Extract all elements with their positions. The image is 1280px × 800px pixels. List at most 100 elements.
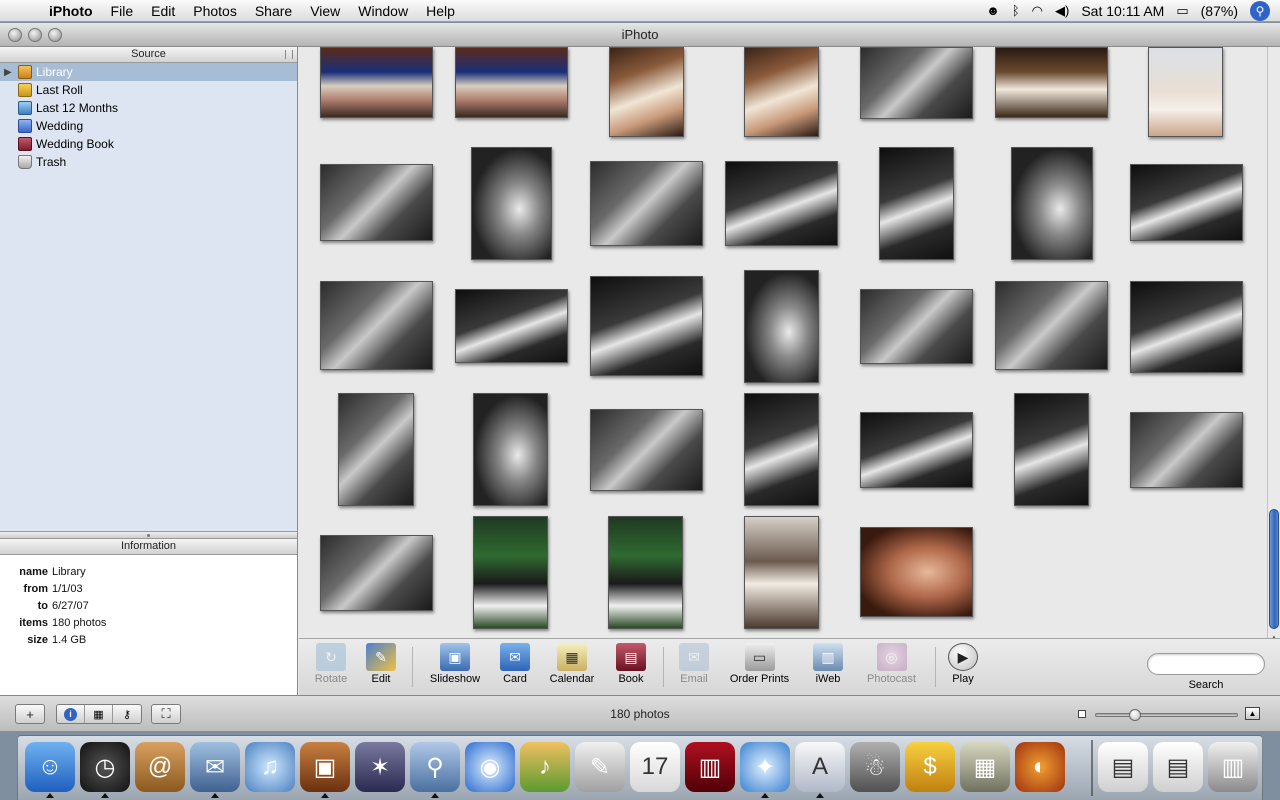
slideshow-button[interactable]: ▣ Slideshow <box>425 643 485 685</box>
minimize-window-button[interactable] <box>28 28 42 42</box>
book-button[interactable]: ▤ Book <box>601 643 661 685</box>
photo-thumbnail[interactable] <box>995 47 1108 118</box>
iweb-icon[interactable]: ✎ <box>575 742 625 792</box>
imovie-icon[interactable]: ✶ <box>355 742 405 792</box>
photo-thumbnail[interactable] <box>320 281 433 370</box>
close-window-button[interactable] <box>8 28 22 42</box>
menu-view[interactable]: View <box>301 3 349 19</box>
photo-thumbnail[interactable] <box>1130 164 1243 241</box>
battery-icon[interactable]: ▭ <box>1176 3 1188 19</box>
photo-thumbnail[interactable] <box>590 276 703 376</box>
card-button[interactable]: ✉ Card <box>485 643 545 685</box>
garageband-icon[interactable]: ♪ <box>520 742 570 792</box>
ical-icon[interactable]: 17 <box>630 742 680 792</box>
calendar-button[interactable]: ▦ Calendar <box>542 643 602 685</box>
edit-button[interactable]: ✎ Edit <box>351 643 411 685</box>
photo-thumbnail[interactable] <box>455 289 568 363</box>
photo-thumbnail[interactable] <box>860 527 973 617</box>
photocast-button[interactable]: ◎ Photocast <box>859 643 924 685</box>
photo-thumbnail[interactable] <box>744 516 819 629</box>
photo-thumbnail[interactable] <box>860 289 973 364</box>
photo-scrollbar[interactable]: ▲ ▼ <box>1267 47 1280 661</box>
photo-thumbnail[interactable] <box>320 164 433 241</box>
photo-thumbnail[interactable] <box>590 161 703 246</box>
photo-thumbnail[interactable] <box>1130 281 1243 373</box>
robot-menu-icon[interactable]: ☻ <box>986 3 1000 18</box>
finder-icon[interactable]: ☺ <box>25 742 75 792</box>
mail-icon[interactable]: ✉ <box>190 742 240 792</box>
zoom-window-button[interactable] <box>48 28 62 42</box>
resize-grip-icon[interactable] <box>285 50 293 59</box>
address-book-icon[interactable]: @ <box>135 742 185 792</box>
source-item-last-12-months[interactable]: Last 12 Months <box>0 99 297 117</box>
photo-thumbnail[interactable] <box>725 161 838 246</box>
photo-thumbnail[interactable] <box>473 393 548 506</box>
document-icon-2[interactable]: ▤ <box>1153 742 1203 792</box>
photo-thumbnail[interactable] <box>860 47 973 119</box>
preview-icon[interactable]: ⚲ <box>410 742 460 792</box>
photo-thumbnail[interactable] <box>338 393 414 506</box>
menu-share[interactable]: Share <box>246 3 301 19</box>
photo-thumbnail[interactable] <box>744 270 819 383</box>
disclosure-triangle-icon[interactable]: ▶ <box>4 67 18 78</box>
photo-thumbnail[interactable] <box>1148 47 1223 137</box>
calculator-icon[interactable]: ▦ <box>960 742 1010 792</box>
order-prints-button[interactable]: ▭ Order Prints <box>722 643 797 685</box>
photo-thumbnail[interactable] <box>1130 412 1243 488</box>
iweb-button[interactable]: ▥ iWeb <box>798 643 858 685</box>
thumbnail-size-slider[interactable] <box>1095 709 1238 721</box>
photo-thumbnail[interactable] <box>860 412 973 488</box>
running-indicator <box>321 793 329 798</box>
photo-thumbnail[interactable] <box>744 393 819 506</box>
photo-thumbnail[interactable] <box>879 147 954 260</box>
photo-thumbnail[interactable] <box>608 516 683 629</box>
wifi-icon[interactable]: ◠ <box>1032 3 1043 19</box>
photo-thumbnail[interactable] <box>1014 393 1089 506</box>
scrollbar-thumb[interactable] <box>1269 509 1279 629</box>
trash-icon[interactable]: ▥ <box>1208 742 1258 792</box>
menu-file[interactable]: File <box>102 3 143 19</box>
photo-thumbnail[interactable] <box>320 47 433 118</box>
source-item-wedding[interactable]: Wedding <box>0 117 297 135</box>
textedit-icon[interactable]: A <box>795 742 845 792</box>
photo-thumbnail[interactable] <box>590 409 703 491</box>
source-item-wedding-book[interactable]: Wedding Book <box>0 135 297 153</box>
money-icon[interactable]: $ <box>905 742 955 792</box>
photo-booth-icon[interactable]: ▥ <box>685 742 735 792</box>
menu-edit[interactable]: Edit <box>142 3 184 19</box>
menu-window[interactable]: Window <box>349 3 417 19</box>
firefox-icon[interactable]: ◐ <box>1015 742 1065 792</box>
source-item-library[interactable]: ▶ Library <box>0 63 297 81</box>
menu-help[interactable]: Help <box>417 3 464 19</box>
photo-thumbnail[interactable] <box>471 147 552 260</box>
play-button[interactable]: ▶ Play <box>933 643 993 685</box>
photo-thumbnail[interactable] <box>744 47 819 137</box>
menubar-clock[interactable]: Sat 10:11 AM <box>1081 3 1164 19</box>
photo-thumbnail[interactable] <box>995 281 1108 370</box>
idvd-icon[interactable]: ◉ <box>465 742 515 792</box>
itunes-icon[interactable]: ♫ <box>245 742 295 792</box>
photo-thumbnail[interactable] <box>455 47 568 118</box>
automator-icon[interactable]: ☃ <box>850 742 900 792</box>
info-value[interactable]: Library <box>52 566 86 578</box>
document-icon[interactable]: ▤ <box>1098 742 1148 792</box>
menu-app[interactable]: iPhoto <box>40 3 102 19</box>
email-button[interactable]: ✉ Email <box>664 643 724 685</box>
source-item-last-roll[interactable]: Last Roll <box>0 81 297 99</box>
photo-thumbnail[interactable] <box>1011 147 1093 260</box>
slider-knob[interactable] <box>1128 709 1141 721</box>
iphoto-icon[interactable]: ▣ <box>300 742 350 792</box>
photo-thumbnail[interactable] <box>609 47 684 137</box>
pane-splitter[interactable] <box>0 531 298 539</box>
photo-thumbnail[interactable] <box>320 535 433 611</box>
spotlight-icon[interactable]: ⚲ <box>1250 0 1270 21</box>
menu-photos[interactable]: Photos <box>184 3 246 19</box>
bluetooth-icon[interactable]: ᛒ <box>1012 3 1020 18</box>
dashboard-icon[interactable]: ◷ <box>80 742 130 792</box>
volume-icon[interactable]: ◀) <box>1055 3 1069 19</box>
source-item-trash[interactable]: Trash <box>0 153 297 171</box>
photo-thumbnail[interactable] <box>473 516 548 629</box>
battery-percent[interactable]: (87%) <box>1201 3 1238 19</box>
search-input[interactable] <box>1147 653 1265 675</box>
safari-icon[interactable]: ✦ <box>740 742 790 792</box>
